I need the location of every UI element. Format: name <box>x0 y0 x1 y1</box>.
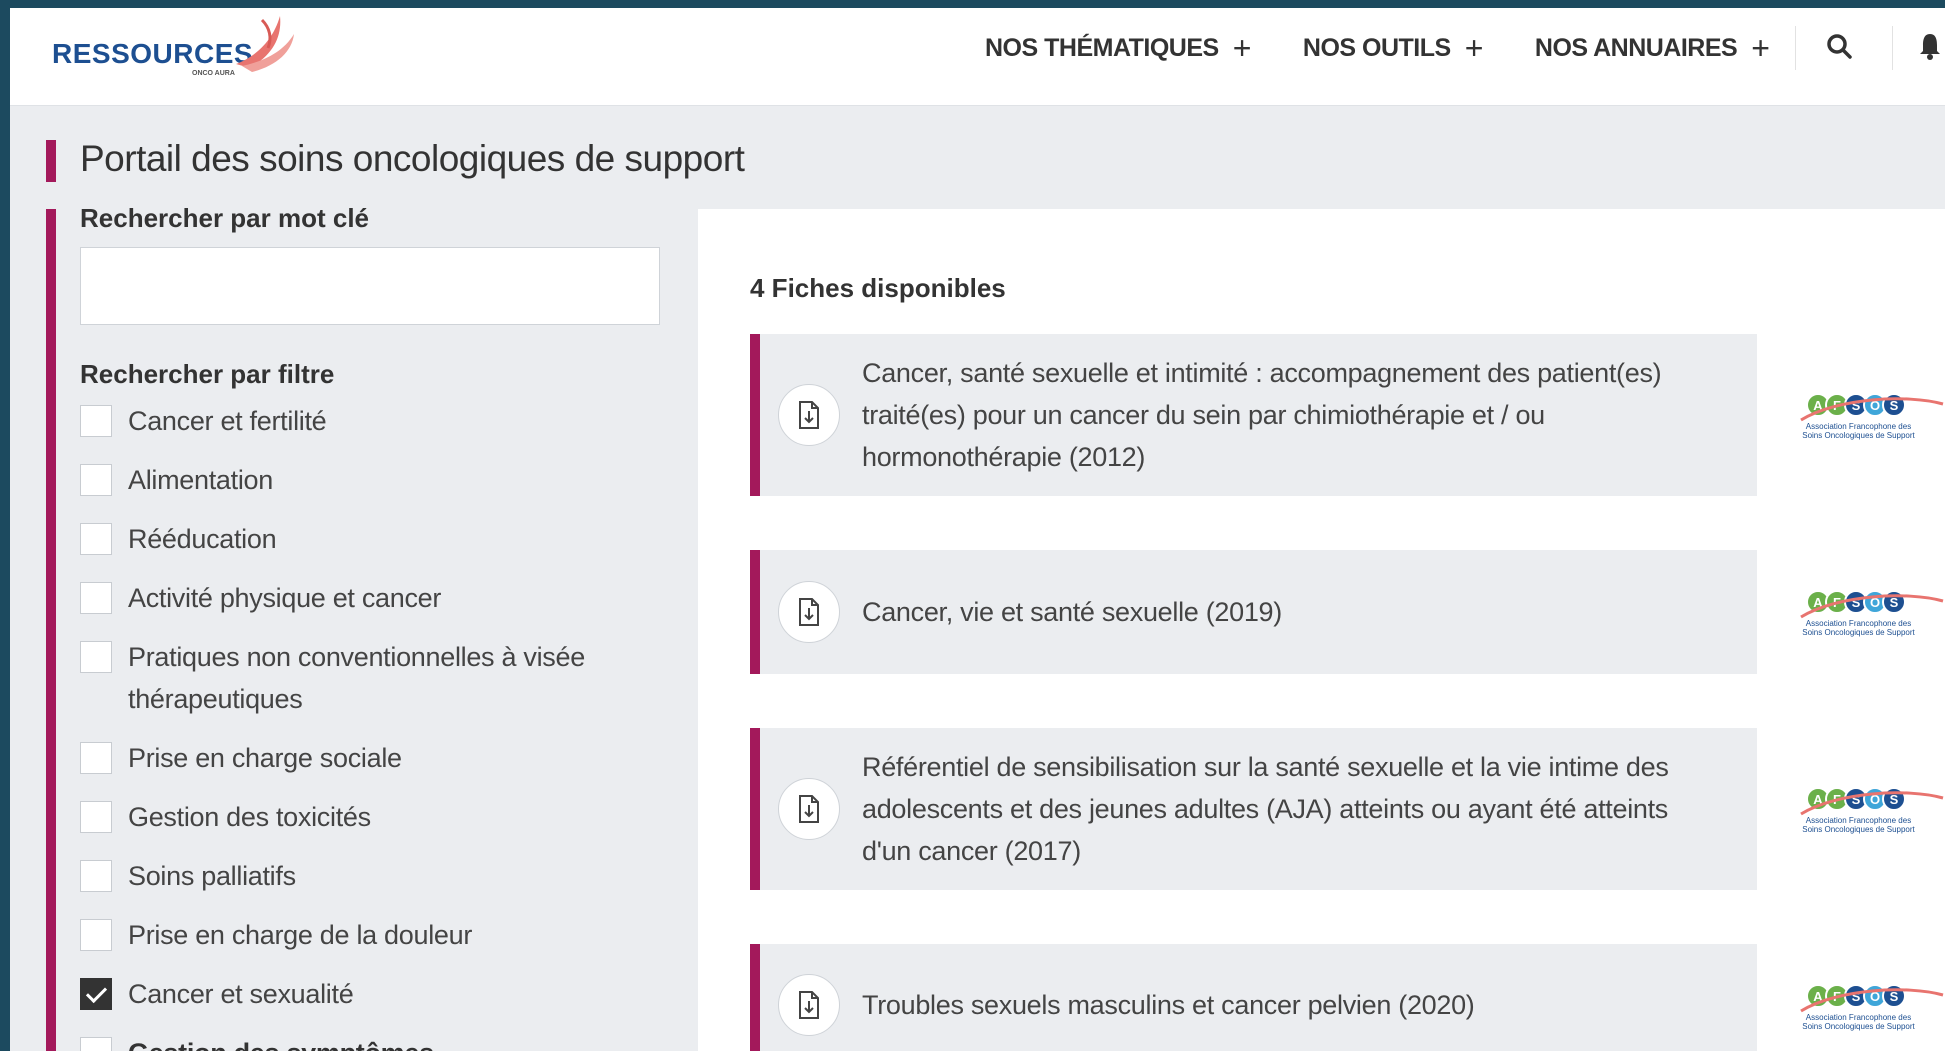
filter-label: Cancer et sexualité <box>128 979 354 1009</box>
page-title: Portail des soins oncologiques de suppor… <box>80 138 745 179</box>
fiche-accent-bar <box>750 728 760 890</box>
filter-checkbox[interactable] <box>80 801 112 833</box>
filter-checkbox[interactable] <box>80 919 112 951</box>
filter-option[interactable]: Prise en charge de la douleur <box>80 919 660 956</box>
nav-thematiques[interactable]: NOS THÉMATIQUES + <box>985 32 1251 64</box>
file-download-icon <box>799 991 819 1019</box>
fiche-card[interactable]: Cancer, vie et santé sexuelle (2019) A F… <box>750 550 1945 674</box>
filter-checkbox[interactable] <box>80 742 112 774</box>
nav-annuaires[interactable]: NOS ANNUAIRES + <box>1535 32 1770 64</box>
results-count: 4 Fiches disponibles <box>750 273 1006 303</box>
nav-divider <box>1795 26 1797 70</box>
filter-label: Activité physique et cancer <box>128 583 442 613</box>
filter-search-label: Rechercher par filtre <box>80 359 335 389</box>
afsos-caption: Soins Oncologiques de Support <box>1802 628 1915 637</box>
file-download-icon <box>799 401 819 429</box>
filter-checkbox-checked[interactable] <box>80 978 112 1010</box>
filter-option[interactable]: Gestion des symptômes <box>80 1037 660 1051</box>
keyword-search-label: Rechercher par mot clé <box>80 203 370 233</box>
afsos-logo: A F S O S Association Francophone des Soi… <box>1757 550 1945 674</box>
afsos-caption: Soins Oncologiques de Support <box>1802 431 1915 440</box>
filter-checkbox[interactable] <box>80 582 112 614</box>
file-download-icon <box>799 598 819 626</box>
afsos-caption: Soins Oncologiques de Support <box>1802 1022 1915 1031</box>
filter-option[interactable]: Rééducation <box>80 523 660 560</box>
filter-checkbox[interactable] <box>80 523 112 555</box>
file-download-icon <box>799 795 819 823</box>
sidebar-accent-bar <box>46 209 56 1051</box>
filter-option[interactable]: Soins palliatifs <box>80 860 660 897</box>
download-button[interactable] <box>778 974 840 1036</box>
filter-option[interactable]: Gestion des toxicités <box>80 801 660 838</box>
fiche-accent-bar <box>750 550 760 674</box>
fiche-title: Référentiel de sensibilisation sur la sa… <box>862 752 1669 866</box>
fiche-card[interactable]: Cancer, santé sexuelle et intimité : acc… <box>750 334 1945 496</box>
plus-icon: + <box>1464 30 1484 66</box>
fiche-title: Cancer, vie et santé sexuelle (2019) <box>862 597 1282 627</box>
filter-checkbox[interactable] <box>80 641 112 673</box>
filter-option[interactable]: Pratiques non conventionnelles à visée t… <box>80 641 660 720</box>
filter-label: Pratiques non conventionnelles à visée t… <box>128 642 585 714</box>
filter-label: Soins palliatifs <box>128 861 296 891</box>
filter-label: Gestion des toxicités <box>128 802 371 832</box>
filter-option[interactable]: Prise en charge sociale <box>80 742 660 779</box>
filter-checkbox[interactable] <box>80 860 112 892</box>
nav-divider <box>1892 26 1894 70</box>
logo-ribbon-icon <box>236 16 294 72</box>
logo-subtitle: ONCO AURA <box>192 70 235 77</box>
nav-outils[interactable]: NOS OUTILS + <box>1303 32 1483 64</box>
filter-label: Alimentation <box>128 465 273 495</box>
fiche-accent-bar <box>750 944 760 1051</box>
plus-icon: + <box>1751 30 1770 66</box>
fiche-title: Troubles sexuels masculins et cancer pel… <box>862 990 1475 1020</box>
fiche-accent-bar <box>750 334 760 496</box>
download-button[interactable] <box>778 778 840 840</box>
site-logo[interactable]: RESSOURCES ONCO AURA <box>42 14 302 84</box>
afsos-caption: Soins Oncologiques de Support <box>1802 825 1915 834</box>
page-title-bar: Portail des soins oncologiques de suppor… <box>10 106 1945 209</box>
bell-icon <box>1920 33 1941 60</box>
notification-button[interactable] <box>1919 32 1941 65</box>
filter-checkbox[interactable] <box>80 1037 112 1051</box>
filter-label: Cancer et fertilité <box>128 406 327 436</box>
filter-option[interactable]: Alimentation <box>80 464 660 501</box>
filter-option[interactable]: Activité physique et cancer <box>80 582 660 619</box>
title-accent-bar <box>46 140 56 182</box>
search-icon <box>1827 33 1853 59</box>
nav-label: NOS ANNUAIRES <box>1534 33 1738 62</box>
nav-label: NOS OUTILS <box>1302 33 1451 62</box>
filter-list: Cancer et fertilité Alimentation Rééduca… <box>80 405 660 1051</box>
filter-label: Prise en charge de la douleur <box>128 920 473 950</box>
browser-viewport: RESSOURCES ONCO AURA NOS THÉMATIQUES + N… <box>10 8 1945 1051</box>
plus-icon: + <box>1232 30 1252 66</box>
afsos-logo: A F S O S Association Francophone des Soi… <box>1757 944 1945 1051</box>
filter-label: Gestion des symptômes <box>128 1032 434 1051</box>
keyword-search-input[interactable] <box>80 247 660 325</box>
results-panel: 4 Fiches disponibles Cancer, santé sexue… <box>698 209 1945 1051</box>
fiche-card[interactable]: Troubles sexuels masculins et cancer pel… <box>750 944 1945 1051</box>
fiche-card[interactable]: Référentiel de sensibilisation sur la sa… <box>750 728 1945 890</box>
search-button[interactable] <box>1826 33 1853 64</box>
filter-checkbox[interactable] <box>80 464 112 496</box>
filter-sidebar: Rechercher par mot clé Rechercher par fi… <box>46 203 689 1051</box>
main-nav: NOS THÉMATIQUES + NOS OUTILS + NOS ANNUA… <box>985 26 1941 70</box>
nav-label: NOS THÉMATIQUES <box>985 33 1219 62</box>
filter-label: Prise en charge sociale <box>128 743 402 773</box>
download-button[interactable] <box>778 581 840 643</box>
download-button[interactable] <box>778 384 840 446</box>
site-header: RESSOURCES ONCO AURA NOS THÉMATIQUES + N… <box>10 8 1945 106</box>
filter-label: Rééducation <box>128 524 277 554</box>
afsos-logo: A F S O S Association Francophone des Soi… <box>1757 334 1945 496</box>
filter-checkbox[interactable] <box>80 405 112 437</box>
afsos-logo: A F S O S Association Francophone des Soi… <box>1757 728 1945 890</box>
logo-text: RESSOURCES <box>52 38 254 69</box>
filter-option[interactable]: Cancer et fertilité <box>80 405 660 442</box>
filter-option[interactable]: Cancer et sexualité <box>80 978 660 1015</box>
fiche-title: Cancer, santé sexuelle et intimité : acc… <box>862 358 1662 472</box>
